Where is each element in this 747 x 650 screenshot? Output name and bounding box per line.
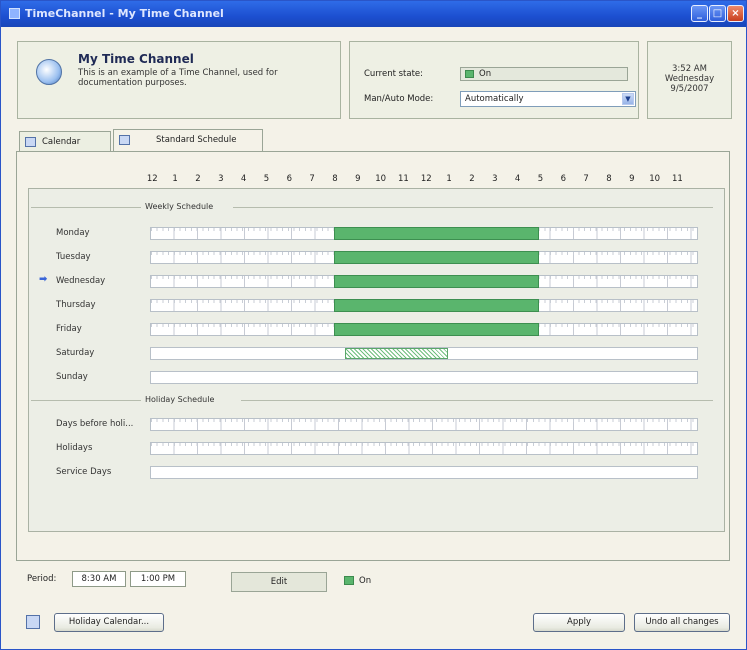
holiday-schedule-title: Holiday Schedule bbox=[141, 395, 219, 404]
holiday-divider-left bbox=[31, 400, 141, 401]
hour-label: 8 bbox=[606, 174, 612, 184]
hour-label: 7 bbox=[583, 174, 589, 184]
close-button[interactable]: × bbox=[727, 5, 744, 22]
window-title: TimeChannel - My Time Channel bbox=[25, 7, 224, 20]
maximize-button[interactable]: □ bbox=[709, 5, 726, 22]
hour-label: 11 bbox=[398, 174, 409, 184]
state-panel: Current state: On Man/Auto Mode: Automat… bbox=[349, 41, 639, 119]
info-panel: My Time Channel This is an example of a … bbox=[17, 41, 341, 119]
chevron-down-icon[interactable]: ▼ bbox=[622, 93, 634, 105]
weekly-schedule-title: Weekly Schedule bbox=[141, 202, 218, 211]
hour-label: 10 bbox=[649, 174, 661, 184]
holiday-row-label: Days before holi... bbox=[56, 419, 134, 429]
calendar-icon bbox=[25, 137, 36, 147]
hour-label: 12 bbox=[146, 174, 158, 184]
hour-label: 2 bbox=[195, 174, 201, 184]
hour-label: 6 bbox=[560, 174, 566, 184]
holiday-schedule-bar[interactable] bbox=[150, 442, 698, 455]
weekly-divider-left bbox=[31, 207, 141, 208]
channel-name: My Time Channel bbox=[78, 52, 194, 66]
hour-label: 9 bbox=[629, 174, 635, 184]
tab-calendar[interactable]: Calendar bbox=[19, 131, 111, 152]
app-title-icon bbox=[9, 8, 20, 19]
hour-label: 12 bbox=[420, 174, 432, 184]
day-schedule-bar[interactable] bbox=[150, 275, 698, 288]
hour-label: 2 bbox=[469, 174, 475, 184]
on-period[interactable] bbox=[333, 227, 540, 240]
app-window: TimeChannel - My Time Channel _ □ × My T… bbox=[0, 0, 747, 650]
weekly-divider-right bbox=[233, 207, 713, 208]
day-schedule-bar[interactable] bbox=[150, 347, 698, 360]
period-end-field[interactable]: 1:00 PM bbox=[130, 571, 186, 587]
mode-value: Automatically bbox=[465, 94, 524, 104]
schedule-icon bbox=[119, 135, 130, 145]
on-legend-label: On bbox=[359, 576, 372, 586]
day-label: Sunday bbox=[56, 372, 88, 382]
hour-label: 5 bbox=[537, 174, 544, 184]
channel-description: This is an example of a Time Channel, us… bbox=[78, 68, 278, 88]
holiday-schedule-bar[interactable] bbox=[150, 418, 698, 431]
undo-all-changes-button[interactable]: Undo all changes bbox=[634, 613, 730, 632]
day-schedule-bar[interactable] bbox=[150, 371, 698, 384]
current-state-label: Current state: bbox=[364, 69, 424, 79]
holiday-row-label: Service Days bbox=[56, 467, 112, 477]
day-schedule-bar[interactable] bbox=[150, 251, 698, 264]
current-state-value: On bbox=[479, 69, 492, 79]
hour-label: 4 bbox=[514, 174, 521, 184]
day-schedule-bar[interactable] bbox=[150, 227, 698, 240]
day-schedule-bar[interactable] bbox=[150, 323, 698, 336]
on-period[interactable] bbox=[333, 323, 540, 336]
minimize-button[interactable]: _ bbox=[691, 5, 708, 22]
on-period[interactable] bbox=[333, 251, 540, 264]
day-label: Tuesday bbox=[56, 252, 91, 262]
on-period[interactable] bbox=[333, 275, 540, 288]
tab-standard-schedule[interactable]: Standard Schedule bbox=[113, 129, 263, 152]
day-label: Friday bbox=[56, 324, 82, 334]
holiday-row-label: Holidays bbox=[56, 443, 93, 453]
hour-label: 5 bbox=[263, 174, 270, 184]
hour-label: 3 bbox=[492, 174, 498, 184]
clock-time: 3:52 AM bbox=[672, 64, 707, 74]
holiday-schedule-bar[interactable] bbox=[150, 466, 698, 479]
hour-label: 7 bbox=[309, 174, 315, 184]
holiday-divider-right bbox=[241, 400, 713, 401]
period-start-field[interactable]: 8:30 AM bbox=[72, 571, 126, 587]
hour-label: 8 bbox=[332, 174, 338, 184]
on-legend-icon bbox=[344, 576, 354, 585]
hour-label: 9 bbox=[355, 174, 361, 184]
holiday-calendar-icon bbox=[26, 615, 40, 629]
selected-on-period[interactable] bbox=[345, 348, 448, 359]
day-schedule-bar[interactable] bbox=[150, 299, 698, 312]
clock-panel: 3:52 AM Wednesday 9/5/2007 bbox=[647, 41, 732, 119]
hour-label: 1 bbox=[172, 174, 178, 184]
hour-label: 3 bbox=[218, 174, 224, 184]
on-period[interactable] bbox=[333, 299, 540, 312]
current-state-box: On bbox=[460, 67, 628, 81]
on-swatch-icon bbox=[465, 70, 474, 78]
clock-day: Wednesday bbox=[664, 74, 715, 84]
current-day-arrow-icon: ➡ bbox=[39, 274, 48, 285]
day-label: Saturday bbox=[56, 348, 95, 358]
tab-calendar-label: Calendar bbox=[42, 137, 81, 147]
day-label: Thursday bbox=[56, 300, 96, 310]
hour-label: 4 bbox=[240, 174, 247, 184]
day-label: Monday bbox=[56, 228, 90, 238]
mode-select[interactable]: Automatically ▼ bbox=[460, 91, 636, 107]
edit-box[interactable]: Edit bbox=[231, 572, 327, 592]
day-label: Wednesday bbox=[56, 276, 106, 286]
clock-date: 9/5/2007 bbox=[670, 84, 709, 94]
period-label: Period: bbox=[27, 574, 57, 584]
title-bar[interactable]: TimeChannel - My Time Channel _ □ × bbox=[1, 1, 746, 27]
hour-label: 11 bbox=[672, 174, 683, 184]
holiday-calendar-button[interactable]: Holiday Calendar... bbox=[54, 613, 164, 632]
hour-label: 1 bbox=[446, 174, 452, 184]
hour-label: 10 bbox=[375, 174, 387, 184]
apply-button[interactable]: Apply bbox=[533, 613, 625, 632]
tab-standard-schedule-label: Standard Schedule bbox=[156, 135, 237, 145]
hour-label: 6 bbox=[286, 174, 292, 184]
mode-label: Man/Auto Mode: bbox=[364, 94, 434, 104]
time-channel-icon bbox=[36, 59, 62, 85]
